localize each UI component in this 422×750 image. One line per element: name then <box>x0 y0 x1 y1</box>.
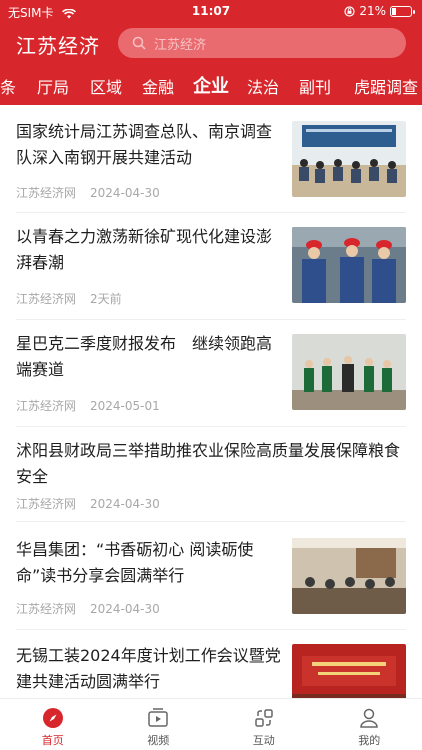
news-title: 以青春之力激荡新徐矿现代化建设澎湃春潮 <box>16 227 273 272</box>
status-bar: 无SIM卡 11:07 21% <box>0 0 422 22</box>
bottom-navigation: 首页 视频 互动 我的 <box>0 698 422 750</box>
news-source: 江苏经济网 <box>16 602 77 616</box>
news-item[interactable]: 华昌集团：“书香砺初心 阅读砺使命”读书分享会圆满举行 江苏经济网 2024-04… <box>0 522 422 629</box>
nav-video[interactable]: 视频 <box>106 699 212 750</box>
interact-icon <box>255 709 273 727</box>
news-meta: 江苏经济网 2天前 <box>16 290 122 307</box>
news-title: 星巴克二季度财报发布 继续领跑高端赛道 <box>16 334 273 379</box>
news-source: 江苏经济网 <box>16 399 77 413</box>
nav-interact[interactable]: 互动 <box>211 699 317 750</box>
nav-label: 互动 <box>252 734 275 747</box>
news-thumbnail <box>292 644 406 698</box>
news-title: 沭阳县财政局三举措助推农业保险高质量发展保障粮食安全 <box>16 441 401 486</box>
video-icon <box>148 708 168 727</box>
category-tabs: 条 厅局 区域 金融 企业 法治 副刊 虎踞调查 <box>0 66 422 104</box>
tab-item[interactable]: 条 <box>0 74 16 98</box>
news-item[interactable]: 以青春之力激荡新徐矿现代化建设澎湃春潮 江苏经济网 2天前 <box>0 213 422 319</box>
tab-item[interactable]: 区域 <box>90 74 122 98</box>
tab-item[interactable]: 副刊 <box>299 74 331 98</box>
news-source: 江苏经济网 <box>16 497 77 511</box>
tab-item[interactable]: 法治 <box>247 74 279 98</box>
app-bar: 江苏经济 江苏经济 <box>0 26 422 62</box>
news-thumbnail <box>292 538 406 614</box>
news-thumbnail <box>292 121 406 197</box>
news-item[interactable]: 无锡工装2024年度计划工作会议暨党建共建活动圆满举行 <box>0 630 422 698</box>
news-item[interactable]: 国家统计局江苏调查总队、南京调查队深入南钢开展共建活动 江苏经济网 2024-04… <box>0 105 422 212</box>
search-bar[interactable]: 江苏经济 <box>118 28 406 58</box>
news-thumbnail <box>292 227 406 303</box>
search-icon <box>132 36 146 50</box>
tab-item-active[interactable]: 企业 <box>193 72 229 98</box>
news-source: 江苏经济网 <box>16 292 77 306</box>
news-meta: 江苏经济网 2024-05-01 <box>16 397 160 414</box>
news-feed: 国家统计局江苏调查总队、南京调查队深入南钢开展共建活动 江苏经济网 2024-04… <box>0 105 422 698</box>
tab-item[interactable]: 金融 <box>142 74 174 98</box>
news-meta: 江苏经济网 2024-04-30 <box>16 495 160 512</box>
nav-label: 首页 <box>41 734 64 747</box>
battery-percent: 21% <box>359 4 386 18</box>
news-title: 华昌集团：“书香砺初心 阅读砺使命”读书分享会圆满举行 <box>16 540 254 585</box>
app-title: 江苏经济 <box>16 34 100 58</box>
news-date: 2天前 <box>90 292 122 306</box>
profile-icon <box>360 708 379 728</box>
news-meta: 江苏经济网 2024-04-30 <box>16 184 160 201</box>
nav-home[interactable]: 首页 <box>0 699 106 750</box>
news-title: 国家统计局江苏调查总队、南京调查队深入南钢开展共建活动 <box>16 122 273 167</box>
news-source: 江苏经济网 <box>16 186 77 200</box>
news-thumbnail <box>292 334 406 410</box>
news-date: 2024-04-30 <box>90 186 160 200</box>
news-item[interactable]: 沭阳县财政局三举措助推农业保险高质量发展保障粮食安全 江苏经济网 2024-04-… <box>0 427 422 521</box>
news-date: 2024-05-01 <box>90 399 160 413</box>
nav-label: 视频 <box>147 734 170 747</box>
battery-icon <box>390 5 415 17</box>
news-item[interactable]: 星巴克二季度财报发布 继续领跑高端赛道 江苏经济网 2024-05-01 <box>0 320 422 426</box>
nav-profile[interactable]: 我的 <box>317 699 422 750</box>
news-title: 无锡工装2024年度计划工作会议暨党建共建活动圆满举行 <box>16 646 281 691</box>
top-header: 无SIM卡 11:07 21% 江苏经济 江苏经济 条 厅局 区域 金融 企业 … <box>0 0 422 105</box>
battery-status: 21% <box>344 4 415 18</box>
nav-label: 我的 <box>358 734 381 747</box>
tab-item[interactable]: 虎踞调查 <box>354 74 418 98</box>
news-date: 2024-04-30 <box>90 602 160 616</box>
news-date: 2024-04-30 <box>90 497 160 511</box>
orientation-lock-icon <box>344 5 355 17</box>
compass-icon <box>42 708 63 728</box>
tab-item[interactable]: 厅局 <box>37 74 69 98</box>
news-meta: 江苏经济网 2024-04-30 <box>16 600 160 617</box>
search-placeholder: 江苏经济 <box>154 37 207 53</box>
